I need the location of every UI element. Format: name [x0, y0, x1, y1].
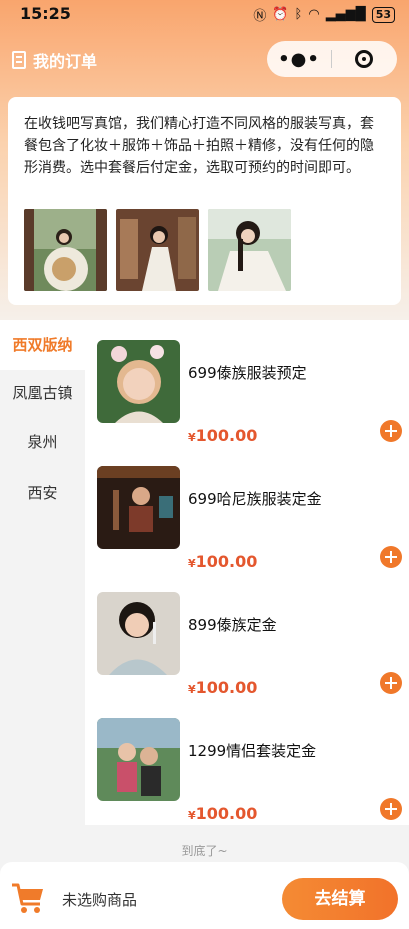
product-image[interactable] [97, 466, 180, 549]
category-item[interactable]: 西安 [0, 468, 85, 518]
cart-status-text: 未选购商品 [62, 891, 138, 909]
status-time: 15:25 [20, 4, 71, 23]
price-value: 100.00 [195, 678, 258, 697]
product-item[interactable]: 1299情侣套装定金 ¥100.00 [85, 718, 409, 823]
product-item[interactable]: 699傣族服装预定 ¥100.00 [85, 340, 409, 445]
currency-symbol: ¥ [188, 683, 196, 696]
more-dots-icon[interactable]: •●• [267, 49, 331, 70]
category-item[interactable]: 凤凰古镇 [0, 368, 85, 418]
intro-photo-1[interactable] [24, 209, 107, 291]
intro-photo-2[interactable] [116, 209, 199, 291]
add-to-cart-button[interactable] [380, 672, 402, 694]
product-image[interactable] [97, 718, 180, 801]
add-to-cart-button[interactable] [380, 798, 402, 820]
alarm-icon: ⏰ [272, 7, 289, 22]
product-price: ¥100.00 [188, 426, 257, 445]
checkout-button[interactable]: 去结算 [282, 878, 398, 920]
order-doc-icon [12, 51, 26, 69]
currency-symbol: ¥ [188, 431, 196, 444]
price-value: 100.00 [195, 552, 258, 571]
product-price: ¥100.00 [188, 678, 257, 697]
product-item[interactable]: 699哈尼族服装定金 ¥100.00 [85, 466, 409, 571]
category-item[interactable]: 西双版纳 [0, 320, 85, 370]
product-image[interactable] [97, 592, 180, 675]
intro-text: 在收钱吧写真馆，我们精心打造不同风格的服装写真，套餐包含了化妆＋服饰＋饰品＋拍照… [24, 116, 374, 176]
add-to-cart-button[interactable] [380, 420, 402, 442]
category-sidebar: 西双版纳 凤凰古镇 泉州 西安 [0, 320, 85, 825]
bluetooth-icon: ᛒ [294, 7, 303, 22]
price-value: 100.00 [195, 426, 258, 445]
currency-symbol: ¥ [188, 557, 196, 570]
target-icon [355, 50, 373, 68]
category-item[interactable]: 泉州 [0, 417, 85, 467]
navbar: 我的订单 •●• [0, 38, 409, 80]
product-item[interactable]: 899傣族定金 ¥100.00 [85, 592, 409, 697]
product-price: ¥100.00 [188, 804, 257, 823]
close-target-button[interactable] [332, 50, 396, 68]
product-list: 699傣族服装预定 ¥100.00 699哈尼族服装定金 ¥100.00 899… [85, 320, 409, 825]
product-title: 699傣族服装预定 [188, 364, 307, 382]
product-price: ¥100.00 [188, 552, 257, 571]
nav-title-group: 我的订单 [12, 48, 97, 72]
product-title: 899傣族定金 [188, 616, 277, 634]
signal-icon: ▂▄▆█ [325, 7, 366, 22]
battery-icon: 53 [371, 6, 395, 23]
shopping-cart-icon[interactable] [10, 880, 46, 916]
add-to-cart-button[interactable] [380, 546, 402, 568]
intro-photo-3[interactable] [208, 209, 291, 291]
status-bar: 15:25 Ⓝ ⏰ ᛒ ◠ ▂▄▆█ 53 [0, 0, 409, 28]
currency-symbol: ¥ [188, 809, 196, 822]
nfc-icon: Ⓝ [253, 9, 267, 24]
cart-footer: 未选购商品 去结算 [0, 862, 409, 929]
product-title: 1299情侣套装定金 [188, 742, 317, 760]
price-value: 100.00 [195, 804, 258, 823]
product-image[interactable] [97, 340, 180, 423]
page-title: 我的订单 [33, 52, 98, 71]
product-title: 699哈尼族服装定金 [188, 490, 322, 508]
status-icons: Ⓝ ⏰ ᛒ ◠ ▂▄▆█ 53 [253, 5, 395, 24]
intro-card: 在收钱吧写真馆，我们精心打造不同风格的服装写真，套餐包含了化妆＋服饰＋饰品＋拍照… [8, 97, 401, 305]
category-content: 西双版纳 凤凰古镇 泉州 西安 699傣族服装预定 ¥100.00 699哈尼族… [0, 320, 409, 825]
wifi-icon: ◠ [308, 7, 320, 22]
miniprogram-capsule: •●• [267, 41, 397, 77]
end-of-list-text: 到底了~ [181, 844, 228, 858]
